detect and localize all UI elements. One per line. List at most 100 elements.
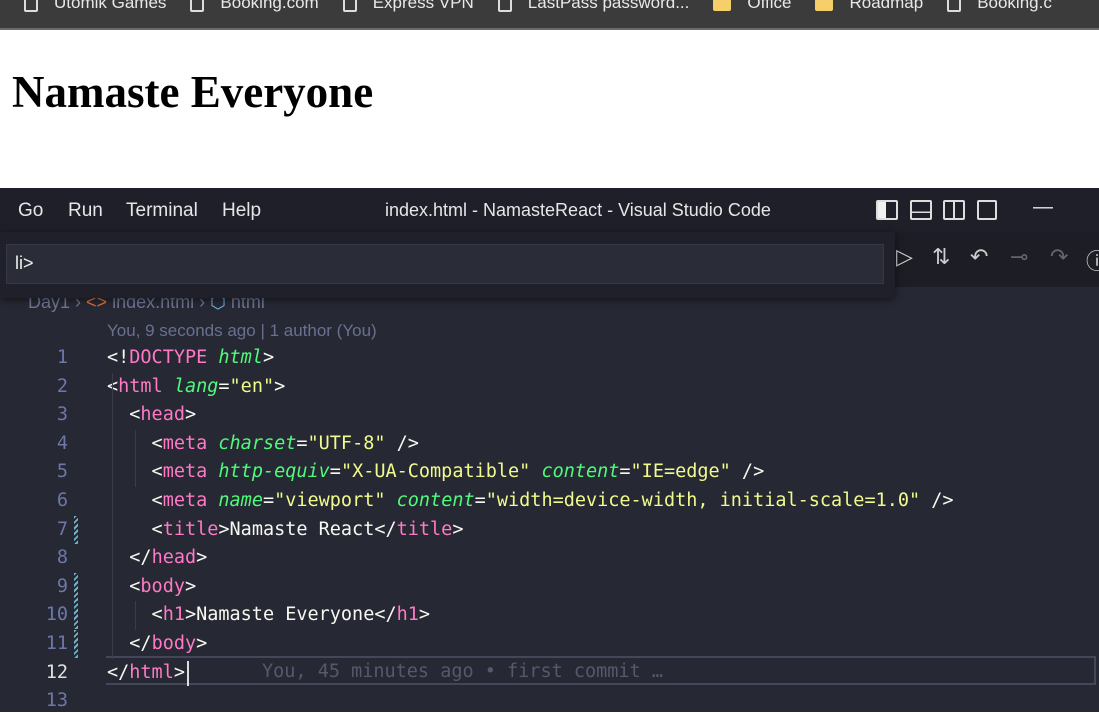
code-token: = — [262, 490, 275, 511]
line-number: 4 — [56, 432, 68, 454]
code-token: h1 — [162, 604, 185, 626]
bookmark-label: Office — [747, 0, 792, 12]
previous-change-icon[interactable]: ↶ — [970, 244, 988, 270]
code-token: html — [129, 661, 174, 683]
code-line: <head> — [107, 401, 196, 429]
toggle-panel-icon[interactable] — [910, 200, 932, 220]
code-line: <title>Namaste React</title> — [107, 516, 464, 544]
page-icon — [190, 0, 205, 12]
toggle-secondary-sidebar-icon[interactable] — [943, 200, 965, 220]
bookmark-label: Utomik Games — [54, 0, 167, 12]
menu-go[interactable]: Go — [18, 200, 43, 222]
line-number: 6 — [56, 490, 68, 511]
code-token: /> — [730, 461, 765, 483]
bookmark-label: Booking.com — [220, 0, 319, 12]
code-token: http-equiv — [218, 461, 330, 483]
code-token: > — [173, 661, 185, 683]
page-icon — [24, 0, 38, 12]
bookmark-item[interactable]: Office — [713, 0, 791, 12]
code-token: = — [619, 461, 631, 483]
code-token: DOCTYPE — [129, 347, 208, 368]
code-token: body — [140, 575, 185, 597]
git-codelens[interactable]: You, 9 seconds ago | 1 author (You) — [107, 321, 377, 341]
title-bar: Go Run Terminal Help index.html - Namast… — [0, 188, 1099, 232]
code-token: body — [151, 633, 197, 654]
text-cursor — [187, 660, 189, 686]
code-token: name — [218, 490, 263, 511]
line-number: 9 — [56, 575, 68, 597]
code-token: lang — [173, 375, 219, 397]
code-token: charset — [218, 432, 297, 454]
code-line: </html> — [107, 659, 185, 687]
code-token: = — [296, 432, 308, 454]
folder-icon — [713, 0, 732, 11]
code-token: > — [418, 604, 431, 626]
menu-terminal[interactable]: Terminal — [126, 200, 198, 222]
bookmark-item[interactable]: Utomik Games — [24, 0, 166, 12]
bookmark-label: Roadmap — [849, 0, 924, 12]
run-icon[interactable]: ▷ — [896, 244, 913, 270]
quick-input-widget: li> — [0, 232, 895, 298]
indent-guide — [112, 372, 113, 659]
code-token: head — [140, 404, 185, 426]
minimize-icon[interactable]: — — [1033, 196, 1053, 219]
commit-icon[interactable]: ⊸ — [1010, 244, 1028, 270]
line-number: 3 — [56, 404, 68, 426]
page-icon — [947, 0, 962, 12]
bookmark-item[interactable]: Booking.c — [947, 0, 1052, 12]
code-token: "width=device-width, initial-scale=1.0" — [485, 490, 921, 511]
code-line: <!DOCTYPE html> — [107, 344, 274, 372]
code-token: title — [396, 518, 453, 540]
line-number: 13 — [45, 690, 68, 712]
code-line: <meta charset="UTF-8" /> — [107, 430, 419, 458]
indent-guide — [135, 601, 136, 630]
git-modified-gutter — [74, 630, 78, 658]
code-token: > — [274, 375, 286, 397]
bookmark-label: Booking.c — [977, 0, 1052, 12]
page-icon — [342, 0, 357, 12]
code-line: </body> — [107, 630, 207, 658]
line-number: 5 — [56, 461, 68, 483]
code-token: > — [262, 347, 275, 368]
code-token: h1 — [396, 604, 419, 626]
next-change-icon[interactable]: ↷ — [1050, 244, 1068, 270]
bookmark-label: Express VPN — [372, 0, 474, 12]
code-line: <meta name="viewport" content="width=dev… — [107, 487, 954, 515]
line-number: 1 — [56, 347, 68, 368]
code-token: /> — [920, 490, 954, 511]
code-token: content — [541, 461, 620, 483]
more-icon[interactable]: ⓘ — [1086, 244, 1099, 276]
code-token: "en" — [229, 375, 275, 397]
code-token: /> — [385, 432, 419, 454]
quick-input-field[interactable]: li> — [6, 244, 884, 284]
toggle-primary-sidebar-icon[interactable] — [876, 200, 898, 220]
code-token: </ — [107, 661, 130, 683]
bookmark-item[interactable]: LastPass password... — [497, 0, 690, 12]
line-number: 12 — [45, 661, 68, 683]
code-token: > — [184, 404, 197, 426]
page-heading: Namaste Everyone — [12, 67, 374, 117]
bookmark-item[interactable]: Express VPN — [342, 0, 474, 12]
code-line: <h1>Namaste Everyone</h1> — [107, 601, 430, 629]
bookmark-item[interactable]: Roadmap — [815, 0, 923, 12]
line-number: 10 — [45, 604, 68, 626]
code-token: </ — [107, 547, 152, 569]
menu-run[interactable]: Run — [68, 200, 103, 222]
bookmark-label: LastPass password... — [527, 0, 690, 12]
git-modified-gutter — [74, 601, 78, 630]
code-token: content — [396, 490, 475, 511]
git-modified-gutter — [74, 572, 78, 601]
code-token: html — [218, 347, 263, 368]
code-line: <body> — [107, 573, 196, 601]
customize-layout-icon[interactable] — [977, 200, 997, 220]
code-token: > — [184, 575, 197, 597]
code-token: = — [329, 461, 341, 483]
bookmark-item[interactable]: Booking.com — [190, 0, 319, 12]
menu-help[interactable]: Help — [222, 200, 261, 222]
compare-changes-icon[interactable]: ⇅ — [932, 244, 950, 270]
code-token: "viewport" — [274, 490, 386, 511]
